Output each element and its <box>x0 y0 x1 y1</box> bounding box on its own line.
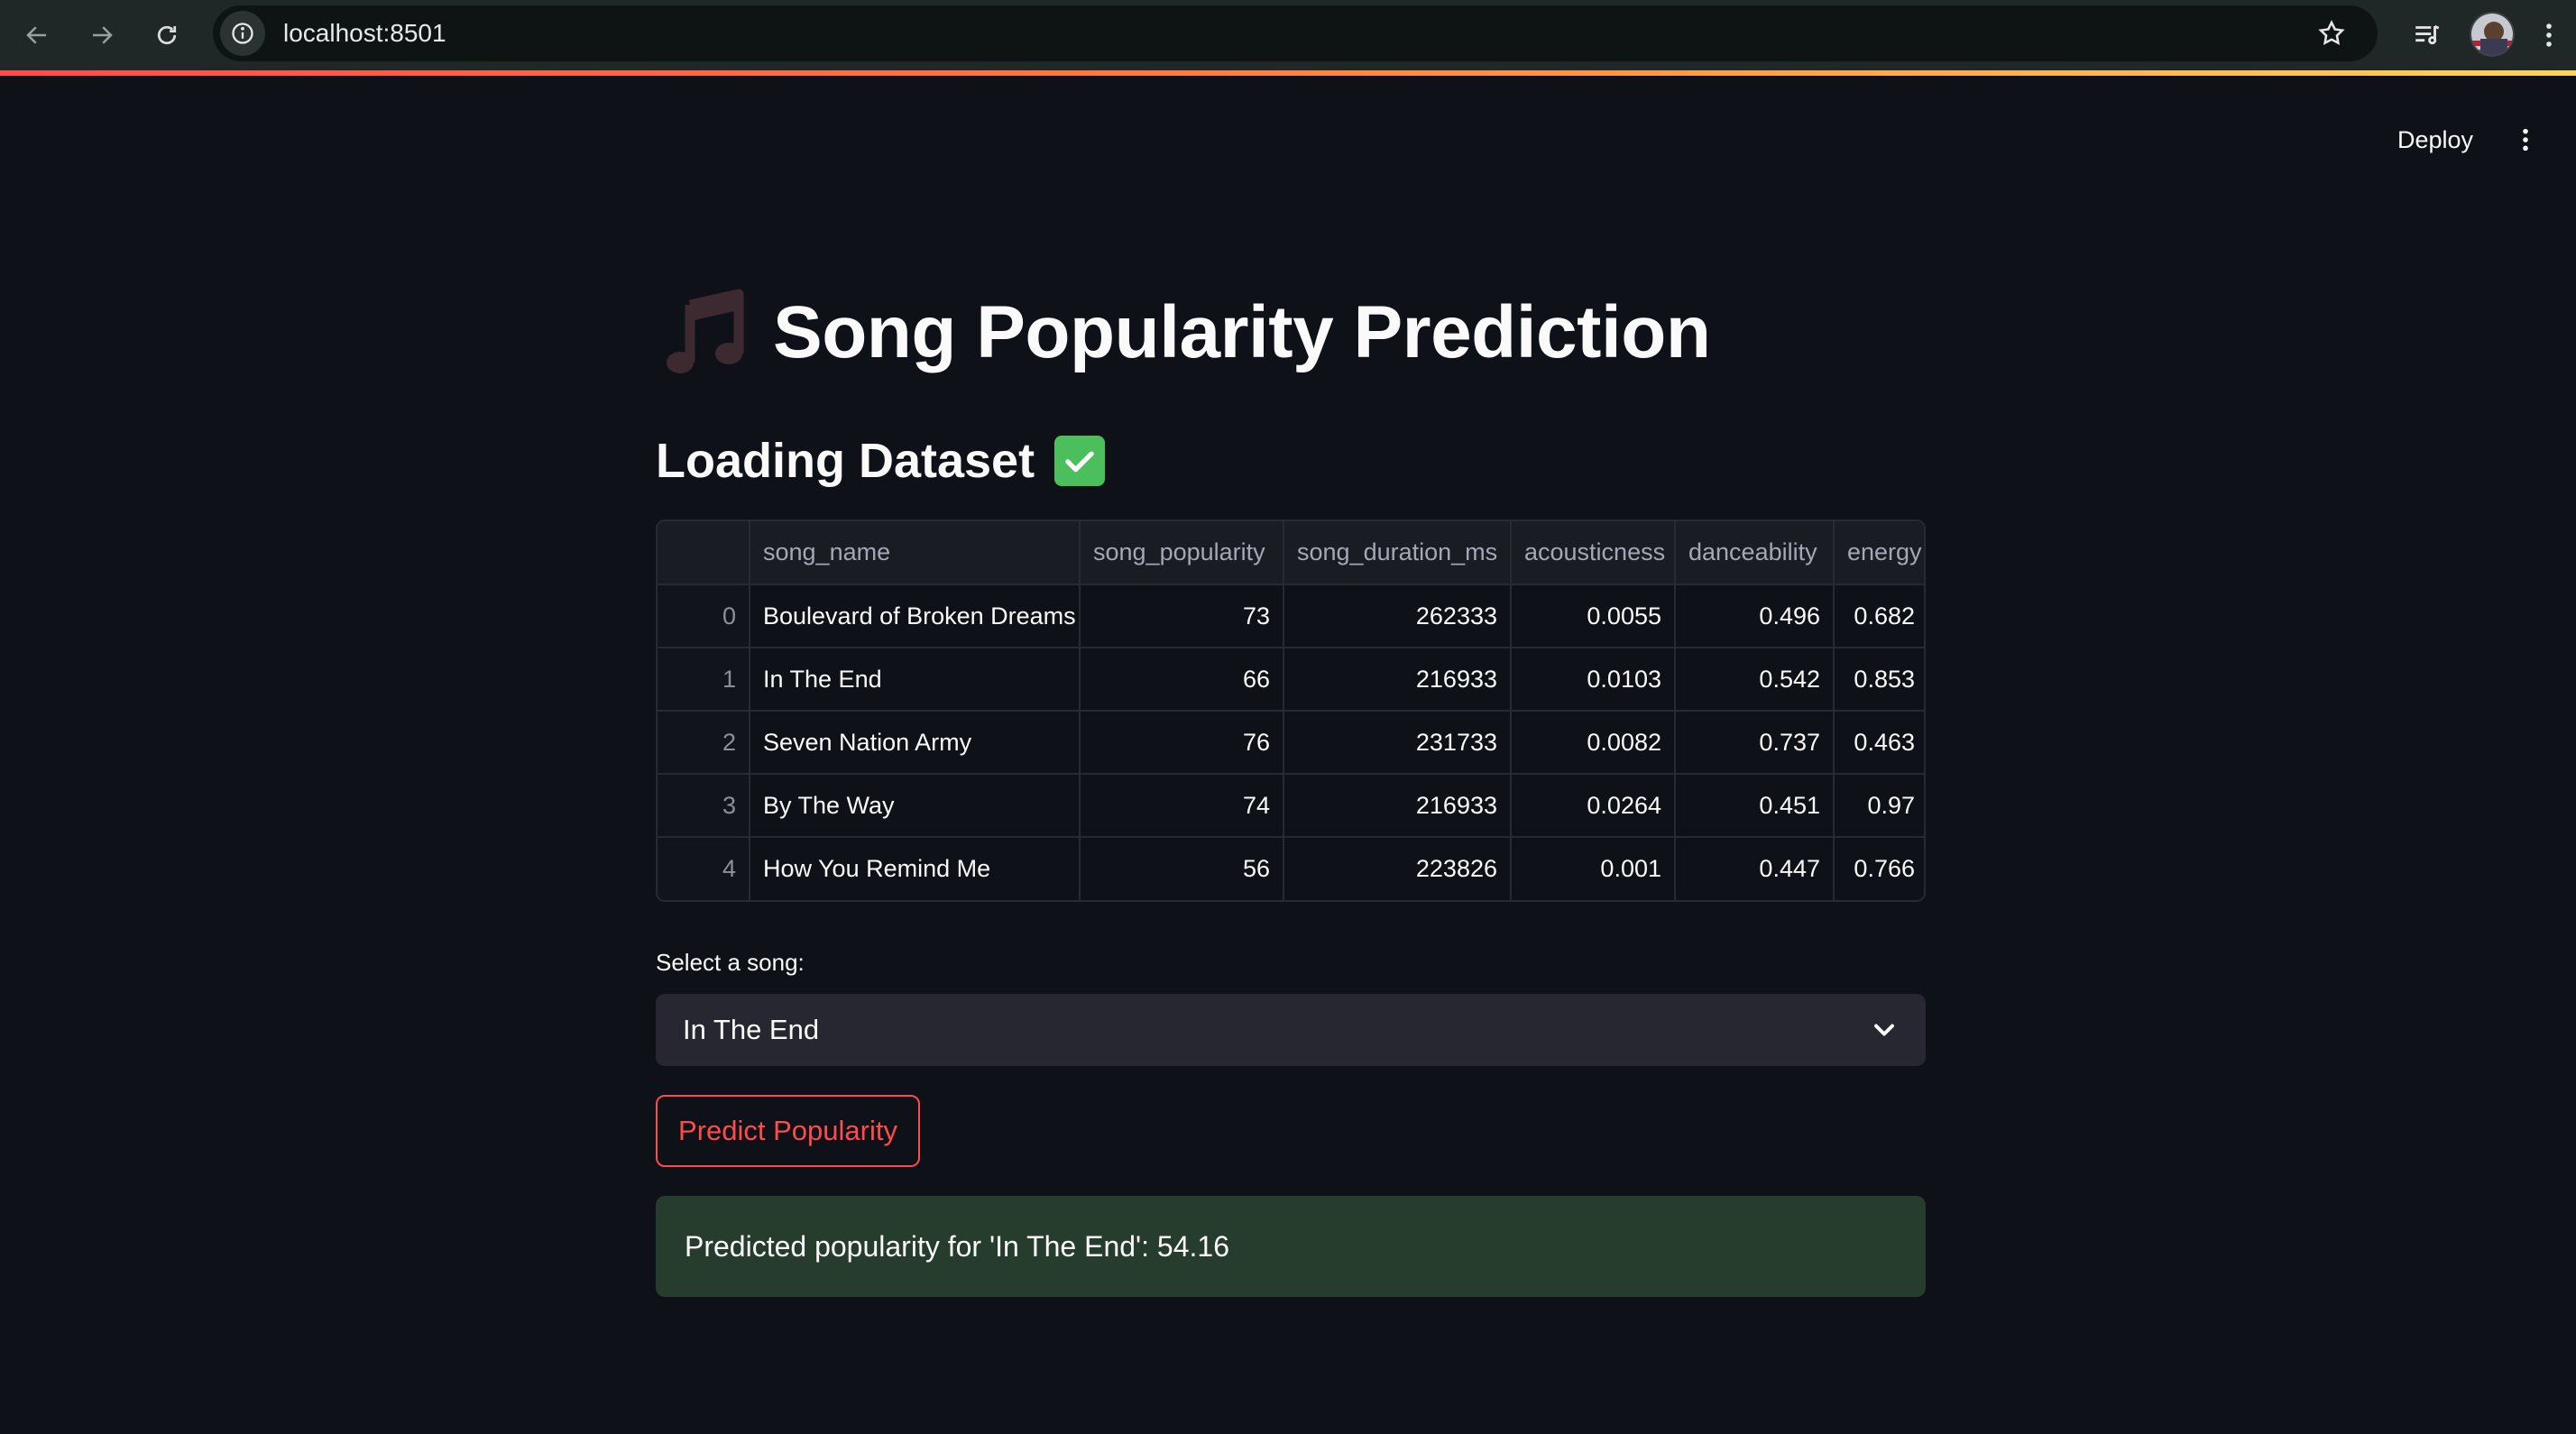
cell-acousticness[interactable]: 0.0103 <box>1511 648 1676 712</box>
check-mark-icon <box>1054 436 1106 486</box>
column-header-song-duration[interactable]: song_duration_ms <box>1283 521 1512 585</box>
cell-danceability[interactable]: 0.737 <box>1675 711 1835 775</box>
column-header-energy[interactable]: energy <box>1834 521 1924 585</box>
page-title: Song Popularity Prediction <box>656 283 1711 382</box>
cell-song-popularity[interactable]: 73 <box>1080 584 1284 648</box>
cell-song-popularity[interactable]: 66 <box>1080 648 1284 712</box>
address-bar[interactable]: localhost:8501 <box>213 5 2378 61</box>
deploy-button[interactable]: Deploy <box>2381 114 2489 166</box>
back-arrow-icon[interactable] <box>14 13 60 58</box>
cell-energy[interactable]: 0.463 <box>1834 711 1924 775</box>
cell-song-name[interactable]: Boulevard of Broken Dreams <box>750 584 1081 648</box>
cell-song-name[interactable]: In The End <box>750 648 1081 712</box>
section-header-text: Loading Dataset <box>656 434 1035 488</box>
browser-toolbar: localhost:8501 <box>0 0 2576 70</box>
url-text[interactable]: localhost:8501 <box>283 19 446 48</box>
cell-acousticness[interactable]: 0.0055 <box>1511 584 1676 648</box>
select-song-label: Select a song: <box>656 949 805 976</box>
row-index[interactable]: 0 <box>658 584 750 648</box>
app-menu-icon[interactable] <box>2507 117 2544 162</box>
cell-song-popularity[interactable]: 76 <box>1080 711 1284 775</box>
dataframe[interactable]: song_name song_popularity song_duration_… <box>656 519 1926 902</box>
cell-song-name[interactable]: How You Remind Me <box>750 837 1081 900</box>
chevron-down-icon[interactable] <box>1868 1014 1900 1046</box>
cell-energy[interactable]: 0.97 <box>1834 774 1924 838</box>
row-index[interactable]: 1 <box>658 648 750 712</box>
cell-song-duration[interactable]: 262333 <box>1283 584 1512 648</box>
row-index[interactable]: 3 <box>658 774 750 838</box>
column-header-song-popularity[interactable]: song_popularity <box>1080 521 1284 585</box>
cell-song-duration[interactable]: 231733 <box>1283 711 1512 775</box>
cell-song-duration[interactable]: 223826 <box>1283 837 1512 900</box>
row-index[interactable]: 2 <box>658 711 750 775</box>
header-decoration-bar <box>0 70 2576 76</box>
cell-song-duration[interactable]: 216933 <box>1283 648 1512 712</box>
column-header-acousticness[interactable]: acousticness <box>1511 521 1676 585</box>
reload-icon[interactable] <box>144 13 189 58</box>
cell-acousticness[interactable]: 0.0264 <box>1511 774 1676 838</box>
table-row: 4 How You Remind Me 56 223826 0.001 0.44… <box>658 837 1924 900</box>
cell-song-name[interactable]: By The Way <box>750 774 1081 838</box>
section-header: Loading Dataset <box>656 429 1106 492</box>
song-select[interactable]: In The End <box>656 994 1926 1066</box>
cell-danceability[interactable]: 0.451 <box>1675 774 1835 838</box>
profile-avatar[interactable] <box>2470 12 2515 57</box>
title-text: Song Popularity Prediction <box>773 291 1711 373</box>
bookmark-star-icon[interactable] <box>2311 13 2352 54</box>
column-header-song-name[interactable]: song_name <box>750 521 1081 585</box>
column-header-danceability[interactable]: danceability <box>1675 521 1835 585</box>
media-controls-icon[interactable] <box>2403 11 2452 60</box>
cell-energy[interactable]: 0.682 <box>1834 584 1924 648</box>
table-row: 0 Boulevard of Broken Dreams 73 262333 0… <box>658 584 1924 648</box>
prediction-result-text: Predicted popularity for 'In The End': 5… <box>685 1229 1229 1263</box>
table-row: 3 By The Way 74 216933 0.0264 0.451 0.97 <box>658 774 1924 838</box>
cell-song-popularity[interactable]: 74 <box>1080 774 1284 838</box>
select-value[interactable]: In The End <box>683 1014 819 1046</box>
browser-menu-icon[interactable] <box>2531 11 2567 60</box>
cell-acousticness[interactable]: 0.001 <box>1511 837 1676 900</box>
prediction-result-alert: Predicted popularity for 'In The End': 5… <box>656 1196 1926 1297</box>
cell-danceability[interactable]: 0.496 <box>1675 584 1835 648</box>
cell-danceability[interactable]: 0.542 <box>1675 648 1835 712</box>
row-index[interactable]: 4 <box>658 837 750 900</box>
table-row: 1 In The End 66 216933 0.0103 0.542 0.85… <box>658 648 1924 712</box>
column-header-index[interactable] <box>658 521 750 585</box>
cell-energy[interactable]: 0.853 <box>1834 648 1924 712</box>
table-row: 2 Seven Nation Army 76 231733 0.0082 0.7… <box>658 711 1924 775</box>
cell-song-popularity[interactable]: 56 <box>1080 837 1284 900</box>
cell-song-name[interactable]: Seven Nation Army <box>750 711 1081 775</box>
site-info-icon[interactable] <box>220 11 265 56</box>
cell-danceability[interactable]: 0.447 <box>1675 837 1835 900</box>
forward-arrow-icon[interactable] <box>79 13 124 58</box>
cell-energy[interactable]: 0.766 <box>1834 837 1924 900</box>
table-header-row: song_name song_popularity song_duration_… <box>658 521 1924 585</box>
predict-popularity-button[interactable]: Predict Popularity <box>656 1095 920 1167</box>
cell-song-duration[interactable]: 216933 <box>1283 774 1512 838</box>
music-note-icon <box>667 289 744 373</box>
cell-acousticness[interactable]: 0.0082 <box>1511 711 1676 775</box>
